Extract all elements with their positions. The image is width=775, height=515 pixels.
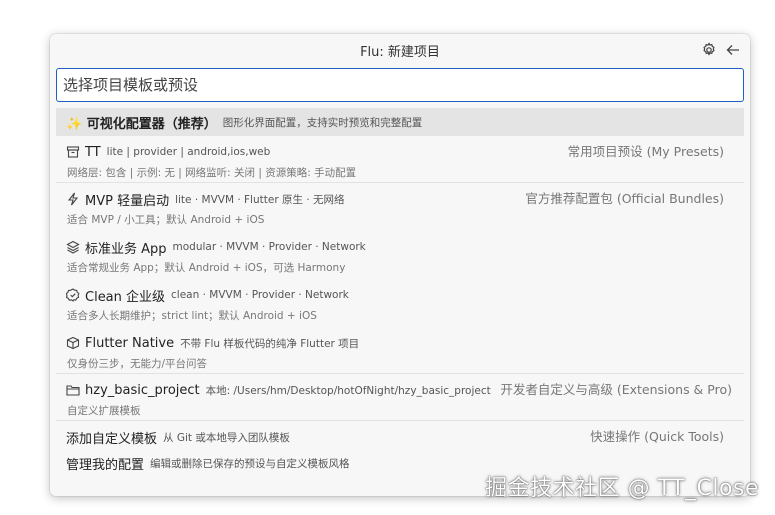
title-bar: Flu: 新建项目 — [50, 34, 750, 66]
item-sub: 适合常规业务 App；默认 Android + iOS，可选 Harmony — [67, 262, 346, 274]
item-desc: 编辑或删除已保存的预设与自定义模板风格 — [150, 457, 350, 470]
list-item-flutter-native[interactable]: Flutter Native 不带 Flu 样板代码的纯净 Flutter 项目… — [56, 325, 744, 373]
verified-icon — [66, 288, 80, 302]
window-title: Flu: 新建项目 — [360, 44, 440, 60]
item-sub: 仅身份三步，无能力/平台问答 — [67, 358, 208, 370]
item-desc: 图形化界面配置，支持实时预览和完整配置 — [222, 116, 423, 129]
gear-icon[interactable] — [700, 41, 718, 59]
category-label: 快速操作 (Quick Tools) — [590, 429, 724, 444]
list-item-local-template[interactable]: hzy_basic_project 本地: /Users/hm/Desktop/… — [56, 373, 744, 420]
item-label: TT — [85, 144, 101, 160]
category-label: 常用项目预设 (My Presets) — [567, 144, 724, 159]
title-actions — [700, 41, 742, 59]
item-sub: 自定义扩展模板 — [67, 405, 141, 417]
watermark: 掘金技术社区 @ TT_Close — [485, 476, 759, 501]
list-item-mvp[interactable]: MVP 轻量启动 lite · MVVM · Flutter 原生 · 无网络 … — [56, 182, 744, 229]
category-label: 官方推荐配置包 (Official Bundles) — [525, 191, 724, 206]
search-input[interactable] — [57, 69, 743, 101]
item-label: hzy_basic_project — [85, 382, 200, 398]
zap-icon — [66, 192, 80, 206]
item-desc: lite · MVVM · Flutter 原生 · 无网络 — [175, 193, 345, 206]
item-desc: clean · MVVM · Provider · Network — [171, 289, 349, 301]
list-item-visual-configurator[interactable]: ✨ 可视化配置器（推荐） 图形化界面配置，支持实时预览和完整配置 — [56, 108, 744, 136]
list-item-clean[interactable]: Clean 企业级 clean · MVVM · Provider · Netw… — [56, 277, 744, 325]
item-sub: 适合多人长期维护；strict lint；默认 Android + iOS — [67, 310, 317, 322]
item-label: Flutter Native — [85, 335, 175, 351]
item-sub: 适合 MVP / 小工具；默认 Android + iOS — [67, 214, 265, 226]
item-desc: 本地: /Users/hm/Desktop/hotOfNight/hzy_bas… — [205, 384, 491, 397]
quick-pick-panel: Flu: 新建项目 ✨ 可视化配置器（推荐） 图形化界面配置，支持实时预览和完整… — [50, 34, 750, 496]
option-list: ✨ 可视化配置器（推荐） 图形化界面配置，支持实时预览和完整配置 TT lite… — [56, 108, 744, 475]
item-desc: 不带 Flu 样板代码的纯净 Flutter 项目 — [180, 337, 360, 350]
list-item-standard-app[interactable]: 标准业务 App modular · MVVM · Provider · Net… — [56, 229, 744, 277]
item-desc: modular · MVVM · Provider · Network — [172, 241, 366, 253]
item-desc: 从 Git 或本地导入团队模板 — [163, 431, 290, 444]
item-label: 标准业务 App — [85, 241, 167, 257]
archive-icon — [66, 145, 80, 159]
search-box[interactable] — [56, 68, 744, 102]
item-label: ✨ 可视化配置器（推荐） — [66, 116, 217, 132]
item-label: 管理我的配置 — [66, 457, 145, 473]
item-label: Clean 企业级 — [85, 289, 166, 305]
layers-icon — [66, 240, 80, 254]
list-item-add-template[interactable]: 添加自定义模板 从 Git 或本地导入团队模板 快速操作 (Quick Tool… — [56, 420, 744, 449]
item-sub: 网络层: 包含 | 示例: 无 | 网络监听: 关闭 | 资源策略: 手动配置 — [67, 167, 357, 179]
category-label: 开发者自定义与高级 (Extensions & Pro) — [500, 382, 732, 397]
folder-icon — [66, 383, 80, 397]
item-label: MVP 轻量启动 — [85, 193, 170, 209]
item-label: 添加自定义模板 — [66, 431, 158, 447]
back-arrow-icon[interactable] — [724, 41, 742, 59]
list-item-preset-tt[interactable]: TT lite | provider | android,ios,web 网络层… — [56, 136, 744, 182]
package-icon — [66, 336, 80, 350]
item-desc: lite | provider | android,ios,web — [106, 146, 271, 158]
